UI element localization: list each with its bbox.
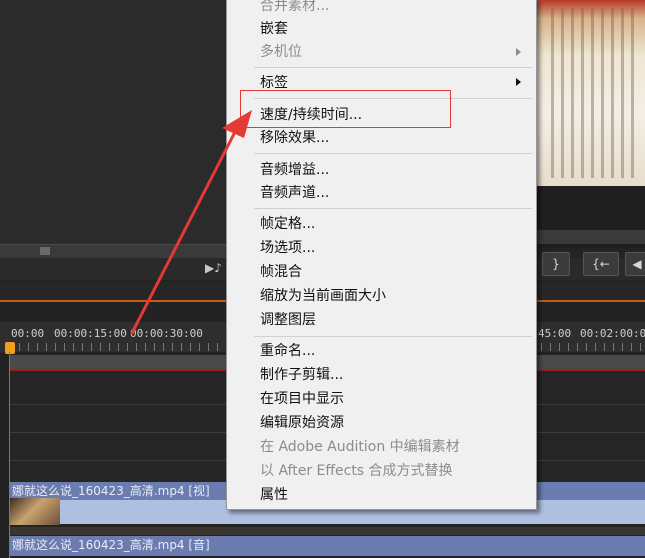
annotation-arrow (130, 110, 252, 335)
